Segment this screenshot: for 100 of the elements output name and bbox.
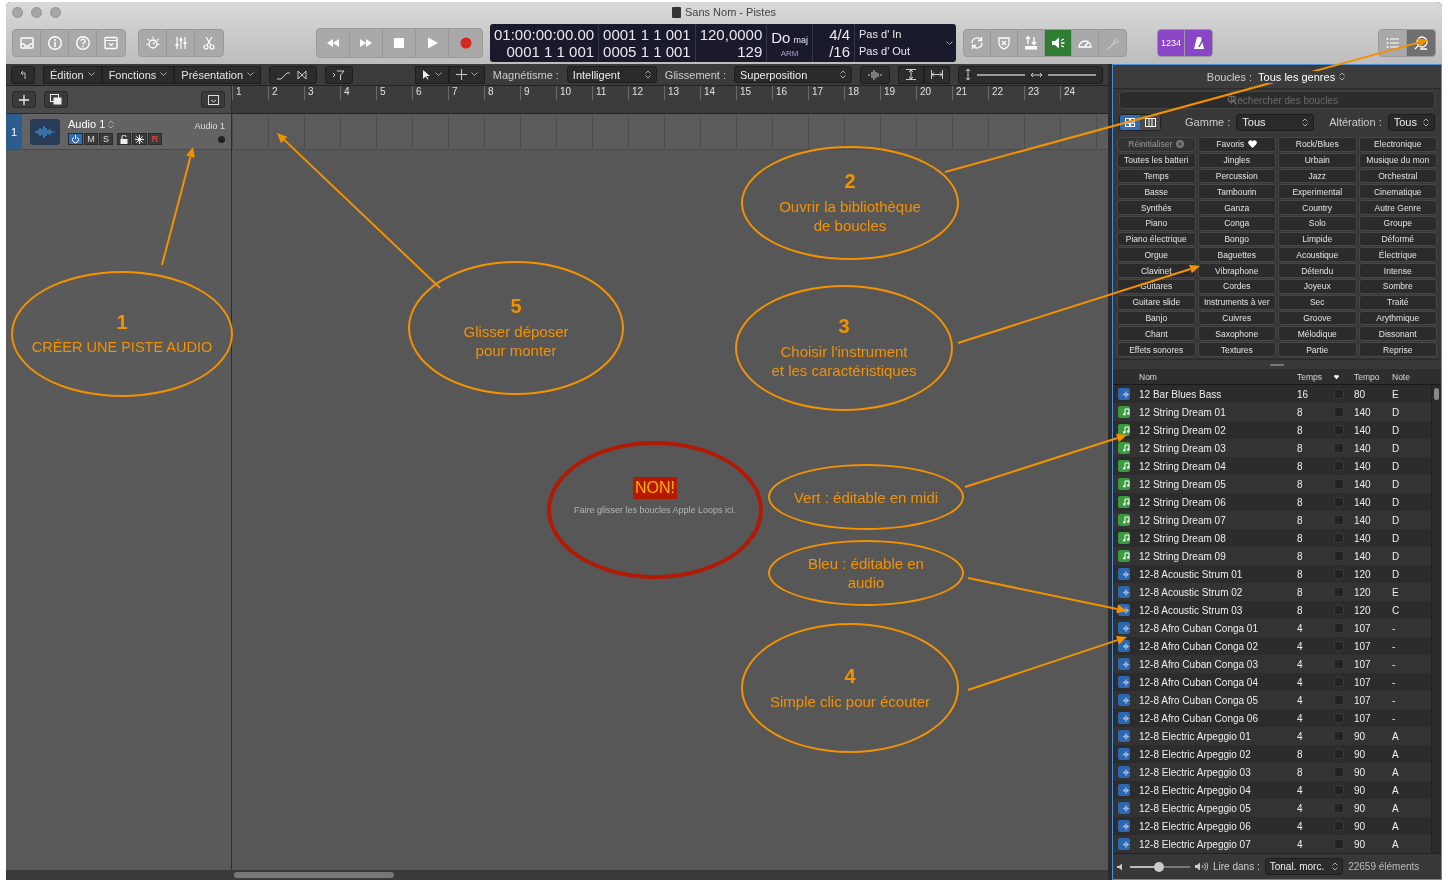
keyword-button[interactable]: Chant [1117,326,1196,342]
loop-name[interactable]: 12-8 Acoustic Strum 02 [1135,586,1293,598]
favorite-checkbox[interactable] [1334,623,1344,633]
toolbar-button[interactable] [1407,30,1435,56]
loop-name[interactable]: 12-8 Electric Arpeggio 06 [1135,820,1293,832]
loop-name[interactable]: 12-8 Electric Arpeggio 03 [1135,766,1293,778]
keyword-button[interactable]: Effets sonores [1117,342,1196,357]
snap-dropdown[interactable]: Intelligent [566,66,657,83]
keyword-button[interactable]: Solo [1278,215,1357,231]
keyword-button[interactable]: Country [1278,200,1357,215]
keyword-button[interactable]: Autre Genre [1358,200,1437,215]
favorite-checkbox[interactable] [1334,587,1344,597]
back-button[interactable] [11,65,35,84]
keyword-button[interactable]: Guitare slide [1117,294,1196,310]
loop-name[interactable]: 12 String Dream 06 [1135,496,1293,508]
waveform-zoom-button[interactable] [860,65,890,84]
keyword-button[interactable]: Saxophone [1197,326,1276,342]
favorite-checkbox[interactable] [1334,551,1344,561]
keyword-button[interactable]: Limpide [1278,231,1357,247]
automation-button[interactable] [269,65,318,84]
keyword-button[interactable]: Dissonant [1358,326,1437,342]
column-header[interactable]: Tempo [1350,371,1388,382]
keyword-button[interactable]: Percussion [1197,168,1276,184]
menu-button[interactable]: Présentation [174,65,262,84]
keyword-button[interactable]: Partie [1278,342,1357,357]
flex-button[interactable] [325,65,354,84]
keyword-button[interactable]: Toutes les batteri [1117,152,1196,168]
keyword-button[interactable]: Experimental [1278,184,1357,200]
scrollbar-thumb[interactable] [234,872,394,878]
column-header[interactable]: Nom [1135,371,1293,382]
keyword-button[interactable]: Temps [1117,168,1196,184]
menu-button[interactable]: Fonctions [101,65,175,84]
favorite-checkbox[interactable] [1334,659,1344,669]
favorites-button[interactable]: Favoris [1197,137,1276,152]
keyword-button[interactable]: Ganza [1197,200,1276,215]
favorite-checkbox[interactable] [1334,533,1344,543]
loop-name[interactable]: 12-8 Afro Cuban Conga 03 [1135,658,1293,670]
keyword-button[interactable]: Conga [1197,215,1276,231]
keyword-button[interactable]: Sombre [1358,279,1437,294]
loop-name[interactable]: 12 Bar Blues Bass [1135,388,1293,400]
loop-name[interactable]: 12-8 Electric Arpeggio 04 [1135,784,1293,796]
loop-name[interactable]: 12 String Dream 09 [1135,550,1293,562]
keyword-button[interactable]: Piano électrique [1117,231,1196,247]
zoom-button[interactable] [50,6,61,18]
favorite-checkbox[interactable] [1334,389,1344,399]
keyword-button[interactable]: Traité [1358,294,1437,310]
solo-toggle[interactable]: S [99,133,113,145]
favorite-checkbox[interactable] [1334,407,1344,417]
power-button[interactable] [68,133,83,145]
duplicate-track-button[interactable] [44,91,68,108]
keyword-button[interactable]: Guitares [1117,279,1196,294]
loop-name[interactable]: 12 String Dream 04 [1135,460,1293,472]
favorite-checkbox[interactable] [1334,821,1344,831]
loop-name[interactable]: 12-8 Afro Cuban Conga 05 [1135,694,1293,706]
loop-name[interactable]: 12 String Dream 05 [1135,478,1293,490]
keyword-button[interactable]: Acoustique [1278,247,1357,263]
favorite-checkbox[interactable] [1334,713,1344,723]
toolbar-button[interactable] [1045,30,1073,56]
mute-toggle[interactable]: M [84,133,98,145]
column-header[interactable]: Temps [1293,371,1330,382]
keyword-button[interactable]: Déformé [1358,231,1437,247]
favorite-checkbox[interactable] [1334,695,1344,705]
keyword-button[interactable]: Basse [1117,184,1196,200]
keyword-button[interactable]: Musique du mon [1358,152,1437,168]
keyword-button[interactable]: Groove [1278,310,1357,326]
keyword-button[interactable]: Orchestral [1358,168,1437,184]
scrollbar-thumb[interactable] [1434,388,1439,400]
resize-handle[interactable] [1270,363,1284,366]
keyword-button[interactable]: Piano [1117,215,1196,231]
loop-name[interactable]: 12-8 Electric Arpeggio 07 [1135,838,1293,850]
menu-button[interactable]: Édition [43,65,102,84]
keyword-button[interactable]: Bongo [1197,231,1276,247]
scale-dropdown[interactable]: Tous [1236,113,1314,131]
keyword-button[interactable]: Urbain [1278,152,1357,168]
favorite-checkbox[interactable] [1334,515,1344,525]
loop-name[interactable]: 12 String Dream 03 [1135,442,1293,454]
signature-dropdown[interactable]: Tous [1387,113,1435,131]
zoom-sliders[interactable] [958,65,1103,84]
keyword-button[interactable]: Détendu [1278,263,1357,279]
loop-name[interactable]: 12-8 Electric Arpeggio 02 [1135,748,1293,760]
keyword-button[interactable]: Jingles [1197,152,1276,168]
keyword-button[interactable]: Électrique [1358,247,1437,263]
favorite-checkbox[interactable] [1334,677,1344,687]
add-track-button[interactable] [12,91,36,108]
favorite-checkbox[interactable] [1334,443,1344,453]
keyword-button[interactable]: Cinematique [1358,184,1437,200]
drag-dropdown[interactable]: Superposition [734,66,852,83]
keyword-button[interactable]: Baguettes [1197,247,1276,263]
favorite-checkbox[interactable] [1334,767,1344,777]
keyword-button[interactable]: Clavinet [1117,263,1196,279]
keyword-button[interactable]: Textures [1197,342,1276,357]
keyword-button[interactable]: Reprise [1358,342,1437,357]
keyword-button[interactable]: Instruments à ver [1197,294,1276,310]
favorite-checkbox[interactable] [1334,461,1344,471]
keyword-button[interactable]: Cordes [1197,279,1276,294]
count-in-button[interactable]: 1234 [1158,30,1186,56]
favorite-checkbox[interactable] [1334,479,1344,489]
keyword-button[interactable]: Orgue [1117,247,1196,263]
search-field[interactable]: Rechercher des boucles [1119,91,1435,109]
column-header[interactable]: Note [1388,371,1441,382]
